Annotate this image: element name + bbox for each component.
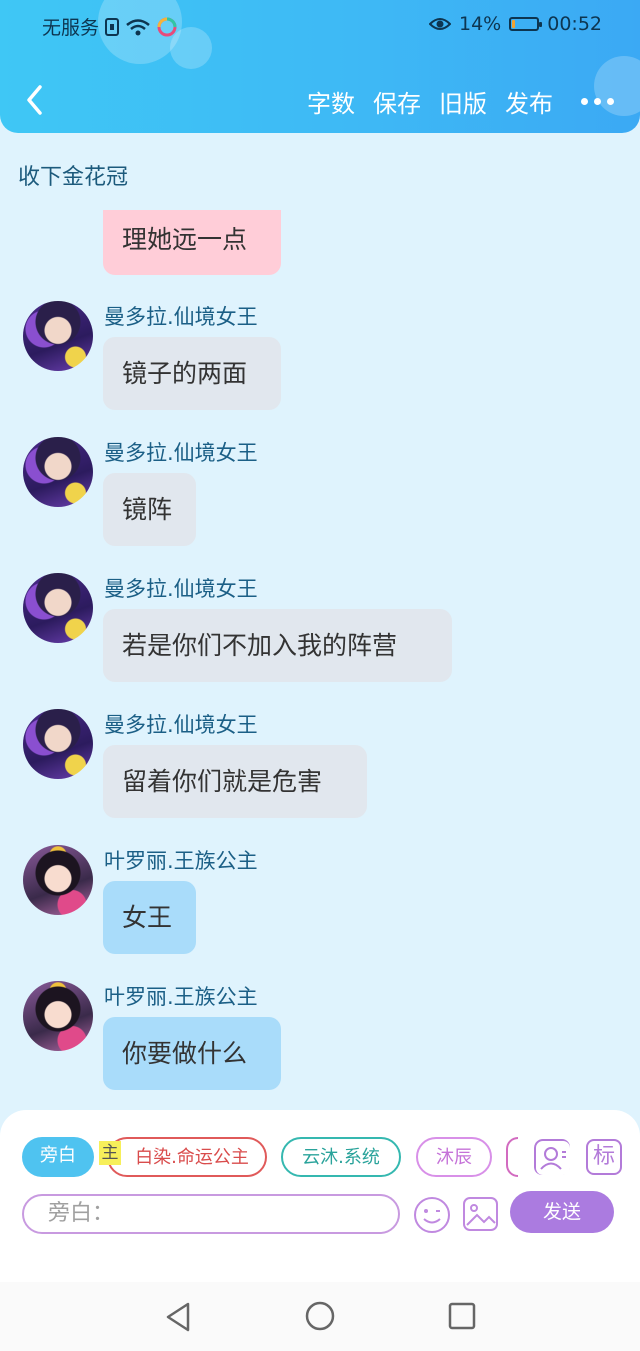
carrier-text: 无服务	[42, 17, 100, 39]
battery-fill	[512, 20, 516, 28]
clock: 00:52	[547, 13, 602, 35]
word-count-button[interactable]: 字数	[307, 84, 355, 119]
wifi-icon	[126, 18, 150, 35]
role-chip-muchen[interactable]: 沐辰	[416, 1137, 492, 1177]
message-bubble[interactable]: 镜阵	[103, 473, 196, 546]
emoji-icon[interactable]	[412, 1195, 452, 1235]
queen-avatar[interactable]	[23, 573, 93, 643]
story-title-bar: 收下金花冠	[0, 133, 640, 210]
app-notification-icon	[157, 17, 177, 36]
input-panel: 旁白 白染.命运公主 主 云沐.系统 沐辰 标 旁白： 发送	[0, 1110, 640, 1282]
more-icon[interactable]	[581, 98, 614, 105]
eye-comfort-icon	[429, 18, 451, 30]
old-version-button[interactable]: 旧版	[439, 84, 487, 119]
message-input[interactable]: 旁白：	[22, 1194, 400, 1234]
status-bar: 无服务 14% 00:52	[0, 0, 640, 50]
image-icon[interactable]	[462, 1195, 500, 1233]
message-bubble[interactable]: 若是你们不加入我的阵营	[103, 609, 452, 682]
home-circle-icon[interactable]	[304, 1300, 336, 1332]
role-chip-yunmu[interactable]: 云沐.系统	[281, 1137, 401, 1177]
message-bubble[interactable]: 留着你们就是危害	[103, 745, 367, 818]
battery-percent: 14%	[459, 13, 502, 35]
recents-square-icon[interactable]	[448, 1302, 476, 1330]
message-bubble[interactable]: 女王	[103, 881, 196, 954]
sim-icon	[105, 17, 120, 36]
main-role-tag: 主	[99, 1141, 121, 1165]
story-title: 收下金花冠	[18, 165, 129, 190]
mark-button[interactable]: 标	[586, 1139, 622, 1175]
role-chip-bairan[interactable]: 白染.命运公主	[107, 1137, 267, 1177]
message-bubble[interactable]: 你要做什么	[103, 1017, 281, 1090]
toolbar: 字数 保存 旧版 发布	[0, 74, 640, 128]
speaker-name: 叶罗丽.王族公主	[104, 849, 258, 873]
queen-avatar[interactable]	[23, 709, 93, 779]
role-chip-narration[interactable]: 旁白	[22, 1137, 94, 1177]
send-button[interactable]: 发送	[510, 1191, 614, 1233]
battery-icon	[509, 17, 543, 31]
princess-avatar[interactable]	[23, 981, 93, 1051]
queen-avatar[interactable]	[23, 301, 93, 371]
back-triangle-icon[interactable]	[164, 1301, 192, 1333]
publish-button[interactable]: 发布	[505, 84, 553, 119]
speaker-name: 曼多拉.仙境女王	[104, 305, 258, 329]
message-bubble[interactable]: 镜子的两面	[103, 337, 281, 410]
app-header: 无服务 14% 00:52 字数 保存 旧版 发布	[0, 0, 640, 133]
role-chip-partial[interactable]	[506, 1137, 518, 1177]
message-bubble[interactable]: 理她远一点	[103, 210, 281, 275]
speaker-name: 叶罗丽.王族公主	[104, 985, 258, 1009]
speaker-name: 曼多拉.仙境女王	[104, 713, 258, 737]
save-button[interactable]: 保存	[373, 84, 421, 119]
chat-list[interactable]: 理她远一点 曼多拉.仙境女王 镜子的两面 曼多拉.仙境女王 镜阵 曼多拉.仙境女…	[0, 210, 640, 1110]
role-manager-icon[interactable]	[534, 1139, 570, 1175]
speaker-name: 曼多拉.仙境女王	[104, 441, 258, 465]
queen-avatar[interactable]	[23, 437, 93, 507]
system-navigation-bar	[0, 1282, 640, 1351]
speaker-name: 曼多拉.仙境女王	[104, 577, 258, 601]
back-arrow-icon[interactable]	[20, 80, 56, 120]
princess-avatar[interactable]	[23, 845, 93, 915]
